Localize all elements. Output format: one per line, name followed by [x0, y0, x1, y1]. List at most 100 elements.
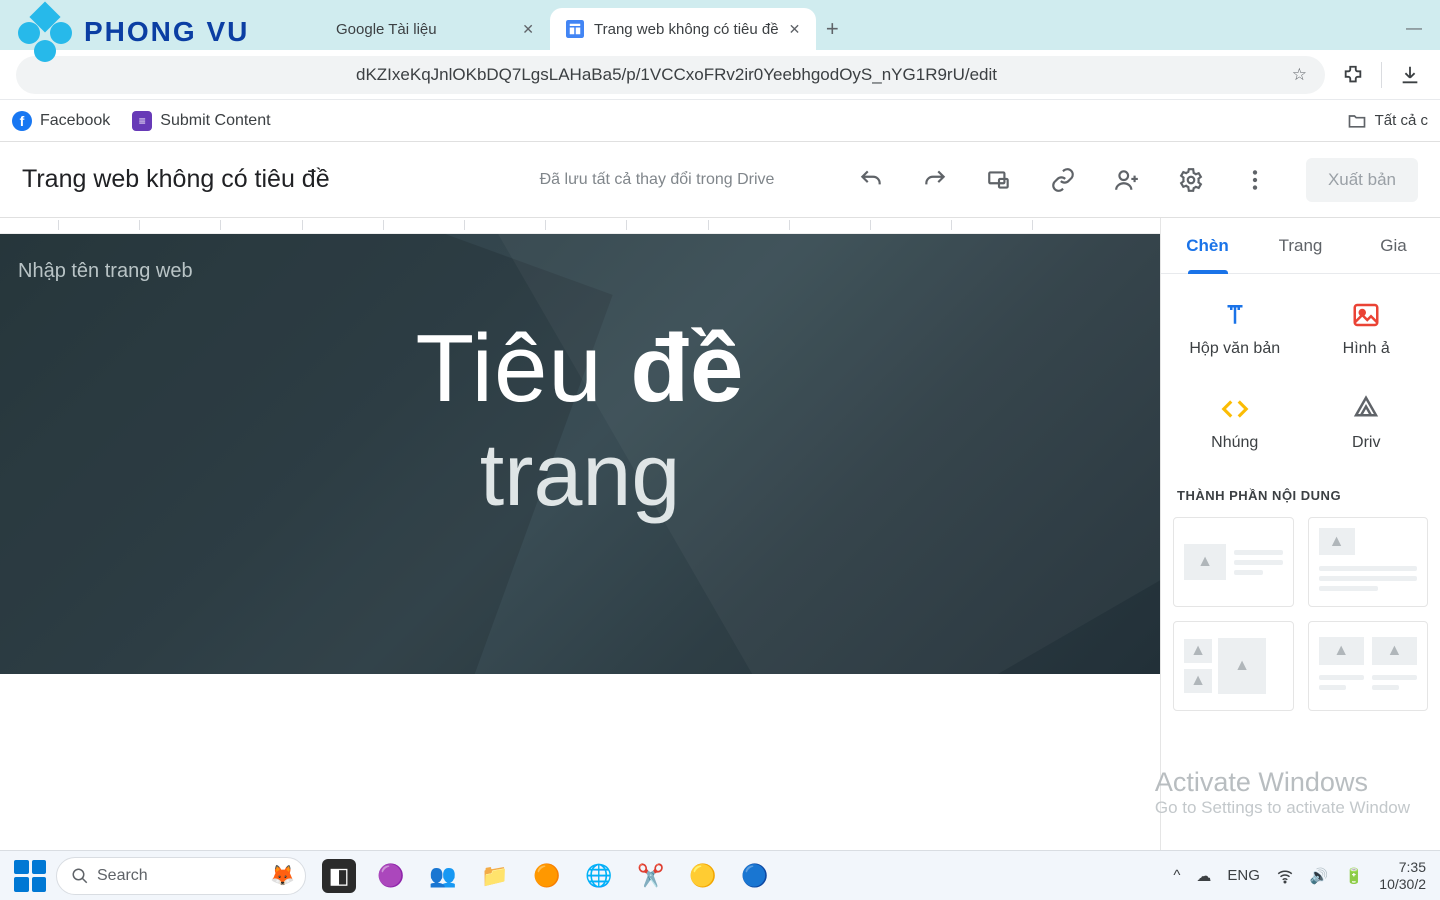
taskbar-search[interactable]: Search 🦊 — [56, 857, 306, 895]
edge-icon[interactable]: 🌐 — [582, 859, 616, 893]
search-mascot-icon: 🦊 — [270, 863, 295, 888]
ruler — [0, 218, 1160, 234]
placeholder-lines — [1319, 670, 1364, 695]
bookmark-star-icon[interactable]: ☆ — [1292, 65, 1307, 85]
bookmark-label: Facebook — [40, 112, 110, 130]
clock[interactable]: 7:35 10/30/2 — [1379, 859, 1426, 891]
placeholder-image-icon: ▲ — [1218, 638, 1266, 694]
app-header: Trang web không có tiêu đề Đã lưu tất cả… — [0, 142, 1440, 218]
new-tab-button[interactable]: + — [816, 8, 848, 50]
placeholder-lines — [1319, 561, 1418, 596]
publish-button[interactable]: Xuất bản — [1306, 158, 1418, 202]
layout-option[interactable]: ▲ — [1173, 517, 1294, 607]
search-placeholder: Search — [97, 867, 148, 885]
link-button[interactable] — [1050, 167, 1076, 193]
more-button[interactable] — [1242, 167, 1268, 193]
insert-label: Nhúng — [1211, 434, 1258, 452]
sidepanel-tabs: Chèn Trang Gia — [1161, 218, 1440, 274]
header-actions: Xuất bản — [858, 158, 1418, 202]
share-button[interactable] — [1114, 167, 1140, 193]
layout-option[interactable]: ▲ ▲ ▲ — [1173, 621, 1294, 711]
explorer-icon[interactable]: 📁 — [478, 859, 512, 893]
all-bookmarks-button[interactable]: Tất cả c — [1347, 111, 1428, 131]
submit-icon: ≡ — [132, 111, 152, 131]
content-components-label: THÀNH PHẦN NỘI DUNG — [1161, 478, 1440, 509]
browser-tabs: Google Tài liệu ✕ Trang web không có tiê… — [320, 8, 848, 50]
bookmark-submit-content[interactable]: ≡ Submit Content — [132, 111, 270, 131]
app-body: Nhập tên trang web Tiêu đề trang Chèn Tr… — [0, 218, 1440, 850]
bookmark-label: Submit Content — [160, 112, 270, 130]
page-title-line2: trang — [0, 424, 1160, 526]
onedrive-icon[interactable]: ☁ — [1196, 867, 1211, 885]
time-text: 7:35 — [1379, 859, 1426, 875]
placeholder-image-icon: ▲ — [1372, 637, 1417, 665]
insert-drive[interactable]: Driv — [1301, 380, 1433, 466]
tab-google-docs[interactable]: Google Tài liệu ✕ — [320, 8, 550, 50]
bookmarks-bar: f Facebook ≡ Submit Content Tất cả c — [0, 100, 1440, 142]
window-controls: — — [1388, 8, 1440, 50]
start-button[interactable] — [14, 860, 46, 892]
insert-textbox[interactable]: Hộp văn bản — [1169, 286, 1301, 372]
tab-title: Google Tài liệu — [336, 21, 512, 38]
placeholder-image-icon: ▲ — [1184, 544, 1226, 580]
image-icon — [1351, 300, 1381, 330]
canvas-area: Nhập tên trang web Tiêu đề trang — [0, 218, 1160, 850]
layout-templates: ▲ ▲ ▲ ▲ ▲ ▲ ▲ — [1161, 509, 1440, 719]
site-name-placeholder[interactable]: Nhập tên trang web — [18, 260, 193, 283]
insert-label: Driv — [1352, 434, 1380, 452]
tray-chevron-icon[interactable]: ^ — [1173, 867, 1180, 884]
placeholder-image-icon: ▲ — [1319, 637, 1364, 665]
tab-pages[interactable]: Trang — [1254, 218, 1347, 273]
teams-icon[interactable]: 👥 — [426, 859, 460, 893]
drive-icon — [1351, 394, 1381, 424]
preview-button[interactable] — [986, 167, 1012, 193]
page-title-line1: Tiêu đề — [0, 314, 1160, 424]
tab-google-sites[interactable]: Trang web không có tiêu đề ✕ — [550, 8, 816, 50]
phongvu-logo: PHONG VU — [18, 4, 249, 60]
facebook-icon: f — [12, 111, 32, 131]
tab-themes[interactable]: Gia — [1347, 218, 1440, 273]
document-title[interactable]: Trang web không có tiêu đề — [22, 165, 330, 194]
close-icon[interactable]: ✕ — [522, 21, 534, 38]
insert-embed[interactable]: Nhúng — [1169, 380, 1301, 466]
phongvu-logo-text: PHONG VU — [84, 16, 249, 48]
url-field[interactable]: dKZIxeKqJnlOKbDQ7LgsLAHaBa5/p/1VCCxoFRv2… — [16, 56, 1325, 94]
side-panel: Chèn Trang Gia Hộp văn bản Hình ả Nhúng … — [1160, 218, 1440, 850]
placeholder-image-icon: ▲ — [1184, 639, 1212, 663]
wifi-icon[interactable] — [1276, 867, 1294, 885]
close-icon[interactable]: ✕ — [789, 21, 801, 38]
chrome2-icon[interactable]: 🔵 — [738, 859, 772, 893]
placeholder-lines — [1372, 670, 1417, 695]
embed-icon — [1220, 394, 1250, 424]
snip-icon[interactable]: ✂️ — [634, 859, 668, 893]
hero-section[interactable]: Nhập tên trang web Tiêu đề trang — [0, 234, 1160, 674]
layout-option[interactable]: ▲ ▲ — [1308, 621, 1429, 711]
layout-option[interactable]: ▲ — [1308, 517, 1429, 607]
battery-icon[interactable]: 🔋 — [1345, 867, 1364, 885]
downloads-icon[interactable] — [1396, 61, 1424, 89]
chrome-icon[interactable]: 🟡 — [686, 859, 720, 893]
tab-title: Trang web không có tiêu đề — [594, 21, 779, 38]
insert-image[interactable]: Hình ả — [1301, 286, 1433, 372]
insert-grid: Hộp văn bản Hình ả Nhúng Driv — [1161, 274, 1440, 478]
undo-button[interactable] — [858, 167, 884, 193]
minimize-button[interactable]: — — [1388, 8, 1440, 50]
copilot-icon[interactable]: 🟣 — [374, 859, 408, 893]
tab-insert[interactable]: Chèn — [1161, 218, 1254, 273]
page-title[interactable]: Tiêu đề trang — [0, 314, 1160, 526]
bookmark-facebook[interactable]: f Facebook — [12, 111, 110, 131]
language-indicator[interactable]: ENG — [1227, 867, 1260, 884]
redo-button[interactable] — [922, 167, 948, 193]
insert-label: Hình ả — [1343, 340, 1390, 358]
placeholder-lines — [1234, 545, 1283, 580]
system-tray: ^ ☁ ENG 🔊 🔋 7:35 10/30/2 — [1173, 859, 1426, 891]
volume-icon[interactable]: 🔊 — [1310, 867, 1329, 885]
extensions-icon[interactable] — [1339, 61, 1367, 89]
placeholder-image-icon: ▲ — [1319, 528, 1355, 555]
office-icon[interactable]: 🟠 — [530, 859, 564, 893]
settings-button[interactable] — [1178, 167, 1204, 193]
folder-icon — [1347, 111, 1367, 131]
date-text: 10/30/2 — [1379, 876, 1426, 892]
taskview-icon[interactable]: ◧ — [322, 859, 356, 893]
taskbar-apps: ◧ 🟣 👥 📁 🟠 🌐 ✂️ 🟡 🔵 — [322, 859, 772, 893]
